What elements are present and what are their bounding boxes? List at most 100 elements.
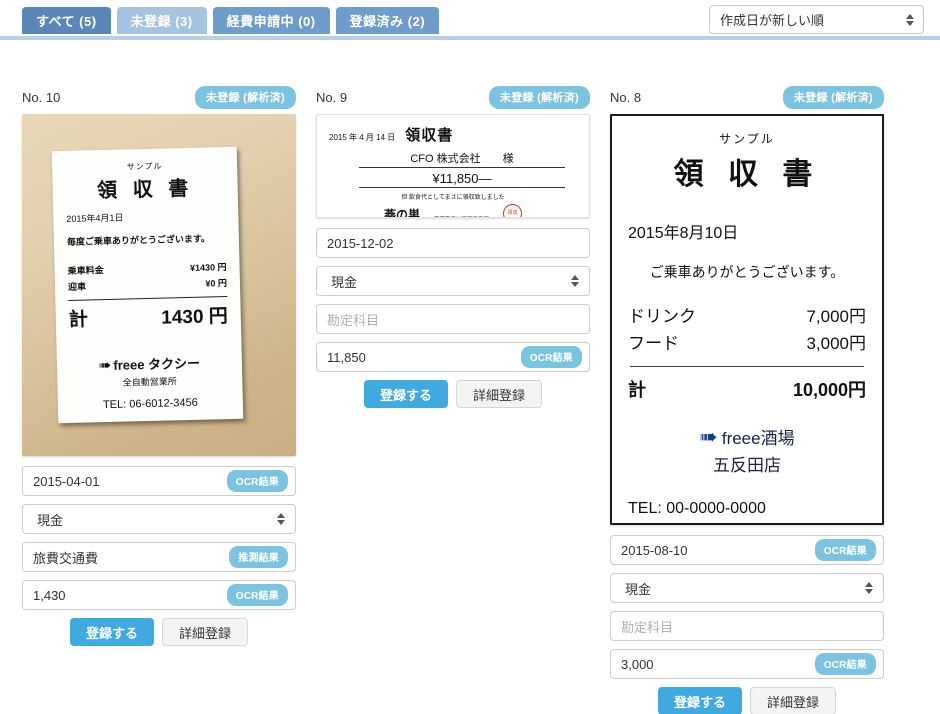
receipt-title: 領収書 [405,127,454,144]
tab-expense-applying[interactable]: 経費申請中 (0) [212,7,330,34]
account-item-placeholder: 勘定科目 [327,312,380,328]
payment-method-select[interactable]: 現金 [610,573,884,603]
detail-register-button[interactable]: 詳細登録 [456,380,543,408]
amount-input-value: 1,430 [33,587,66,603]
receipt-shop-name: 燕の巣 [383,208,420,218]
payment-method-select[interactable]: 現金 [22,504,296,534]
receipt-brand-name: freee酒場 [721,429,795,448]
receipt-total-label: 計 [628,380,646,400]
receipt-line-items: ドリンク 7,000円 フード 3,000円 [628,302,866,354]
receipt-note: 但 飲食代としてまさに領収致しました [401,195,505,201]
chevron-updown-icon [277,513,285,525]
detail-register-button[interactable]: 詳細登録 [162,618,249,646]
register-button[interactable]: 登録する [363,380,448,408]
estimated-result-tag: 推測結果 [229,546,288,568]
card-header: No. 8 未登録 (解析済) [610,85,884,109]
receipt-branch: 全自動営業所 [122,376,177,388]
receipt-paper: サンプル 領 収 書 2015年4月1日 毎度ご乗車ありがとうございます。 乗車… [51,146,244,424]
receipt-message: 毎度ご乗車ありがとうございます。 [66,233,211,247]
account-item-input[interactable]: 旅費交通費 推測結果 [22,542,296,572]
receipt-title: 領 収 書 [96,177,194,203]
card-number: No. 9 [316,89,348,105]
receipt-card: No. 10 未登録 (解析済) サンプル 領 収 書 2015年4月1日 毎度… [22,85,296,646]
card-form: 2015-12-02 現金 勘定科目 11,850 OCR結果 登録する 詳細登… [316,228,590,408]
receipt-date: 2015年8月10日 [628,225,739,242]
receipt-tel: TEL: 06-6012-3456 [102,396,198,412]
line-item-value: 3,000円 [806,334,866,353]
receipt-card: No. 9 未登録 (解析済) 2015 年 4 月 14 日 領収書 CFO … [316,85,590,408]
receipt-tel: TEL: 00-0000-0000 [628,500,766,517]
card-form: 2015-04-01 OCR結果 現金 旅費交通費 推測結果 1,430 OCR… [22,466,296,646]
card-header: No. 10 未登録 (解析済) [22,85,296,109]
receipt-inbox-page: すべて (5) 未登録 (3) 経費申請中 (0) 登録済み (2) 作成日が新… [0,0,940,714]
payment-method-value: 現金 [331,274,358,290]
receipt-line-item: 乗車料金 ¥1430 円 [67,260,227,277]
receipt-address: 東京都品川区西五反田 [434,215,489,217]
chevron-updown-icon [865,582,873,594]
payment-method-select[interactable]: 現金 [316,266,590,296]
receipt-total-value: 1430 円 [161,306,229,329]
receipt-header-row: 2015 年 4 月 14 日 領収書 [329,124,577,145]
receipt-branch: 五反田店 [713,456,781,475]
receipt-total-row: 計 10,000円 [628,376,866,402]
ocr-result-tag: OCR結果 [226,584,288,606]
amount-input[interactable]: 11,850 OCR結果 [316,342,590,372]
card-actions: 登録する 詳細登録 [316,380,590,408]
receipt-divider [630,366,864,367]
card-number: No. 8 [610,89,642,105]
register-button[interactable]: 登録する [657,687,742,714]
freee-bird-icon: ➠ [98,356,112,375]
date-input[interactable]: 2015-12-02 [316,228,590,258]
detail-register-button[interactable]: 詳細登録 [750,687,837,714]
tab-all[interactable]: すべて (5) [22,7,111,34]
receipt-brand-name: freee タクシー [113,355,201,373]
card-actions: 登録する 詳細登録 [22,618,296,646]
receipt-recipient-name: CFO 株式会社 [410,153,481,165]
tab-unregistered[interactable]: 未登録 (3) [116,7,207,34]
line-item-label: 乗車料金 [67,265,104,276]
date-input-value: 2015-08-10 [621,542,688,558]
ocr-result-tag: OCR結果 [226,470,288,492]
amount-input[interactable]: 1,430 OCR結果 [22,580,296,610]
amount-input[interactable]: 3,000 OCR結果 [610,649,884,679]
receipt-recipient-honorific: 様 [502,153,514,165]
account-item-input[interactable]: 勘定科目 [610,611,884,641]
card-form: 2015-08-10 OCR結果 現金 勘定科目 3,000 OCR結果 登録す… [610,535,884,714]
status-badge: 未登録 (解析済) [488,85,590,109]
tab-bar: すべて (5) 未登録 (3) 経費申請中 (0) 登録済み (2) 作成日が新… [0,0,940,40]
receipt-line-item: フード 3,000円 [628,329,866,354]
tab-list: すべて (5) 未登録 (3) 経費申請中 (0) 登録済み (2) [22,7,440,34]
line-item-value: 7,000円 [806,307,866,326]
receipt-footer-row: 燕の巣 東京都品川区西五反田 領収 [329,204,577,218]
date-input[interactable]: 2015-04-01 OCR結果 [22,466,296,496]
card-header: No. 9 未登録 (解析済) [316,85,590,109]
receipt-message: ご乗車ありがとうございます。 [649,264,845,280]
sort-select-value: 作成日が新しい順 [720,13,825,28]
receipt-line-item: ドリンク 7,000円 [628,302,866,327]
line-item-label: フード [628,334,679,353]
receipt-total-row: 計 1430 円 [68,301,228,332]
receipt-total-value: 10,000円 [792,380,866,400]
ocr-result-tag: OCR結果 [814,653,876,675]
card-actions: 登録する 詳細登録 [610,687,884,714]
sort-select[interactable]: 作成日が新しい順 [709,5,924,34]
receipt-image[interactable]: 2015 年 4 月 14 日 領収書 CFO 株式会社 様 ¥11,850— … [316,114,590,218]
receipt-sample-label: サンプル [719,132,775,146]
receipt-recipient-row: CFO 株式会社 様 [359,150,565,168]
receipt-line-item: 迎車 ¥0 円 [68,276,227,293]
date-input-value: 2015-12-02 [327,235,394,251]
tab-registered[interactable]: 登録済み (2) [335,7,440,34]
register-button[interactable]: 登録する [69,618,154,646]
account-item-input[interactable]: 勘定科目 [316,304,590,334]
receipt-date: 2015 年 4 月 14 日 [329,133,396,142]
line-item-label: 迎車 [67,281,87,292]
account-item-value: 旅費交通費 [33,550,99,566]
status-badge: 未登録 (解析済) [782,85,884,109]
receipt-card: No. 8 未登録 (解析済) サンプル 領 収 書 2015年8月10日 ご乗… [610,85,884,714]
date-input[interactable]: 2015-08-10 OCR結果 [610,535,884,565]
status-badge: 未登録 (解析済) [194,85,296,109]
ocr-result-tag: OCR結果 [814,539,876,561]
receipt-image[interactable]: サンプル 領 収 書 2015年4月1日 毎度ご乗車ありがとうございます。 乗車… [22,114,296,456]
receipt-image[interactable]: サンプル 領 収 書 2015年8月10日 ご乗車ありがとうございます。 ドリン… [610,114,884,525]
card-number: No. 10 [22,89,61,105]
